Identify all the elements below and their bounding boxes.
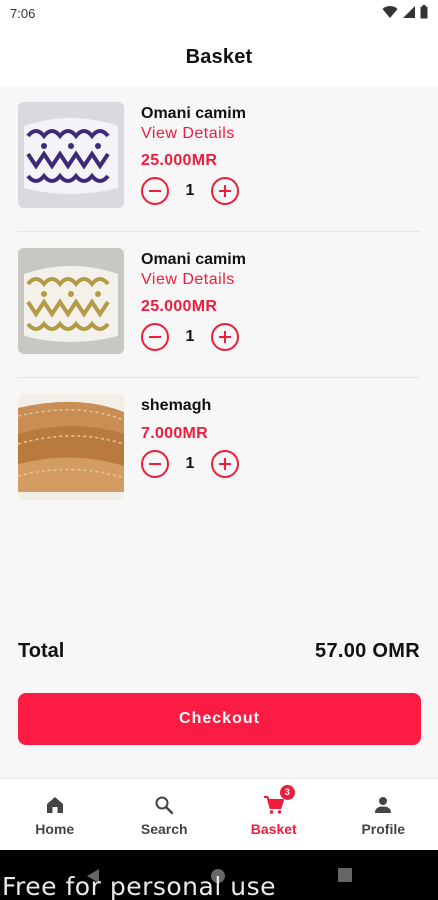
minus-icon [149,190,161,192]
item-price: 25.000MR [141,298,218,315]
total-value: 57.00 OMR [315,640,420,662]
decrease-quantity-button[interactable] [141,450,169,478]
status-bar: 7:06 [0,0,438,28]
increase-quantity-button[interactable] [211,177,239,205]
product-image-purple-cap[interactable] [18,102,124,208]
basket-list: Omani camim View Details 25.000MR 1 Oman… [0,86,438,524]
search-icon [155,796,174,814]
nav-label: Basket [250,820,297,837]
home-icon [46,796,63,813]
item-name: shemagh [141,397,212,414]
status-time: 7:06 [10,6,36,21]
decrease-quantity-button[interactable] [141,323,169,351]
product-image-gold-cap[interactable] [18,248,124,354]
plus-icon [219,185,231,197]
basket-item: Omani camim View Details 25.000MR 1 [18,232,420,378]
item-info: Omani camim View Details 25.000MR 1 [141,250,246,351]
nav-item-home[interactable]: Home [0,779,110,850]
page-title: Basket [185,45,253,68]
increase-quantity-button[interactable] [211,450,239,478]
item-name: Omani camim [141,105,246,122]
watermark-text: Free for personal use [2,872,276,900]
product-image-shemagh[interactable] [18,394,124,500]
checkout-button[interactable]: Checkout [18,693,421,745]
item-info: shemagh 7.000MR 1 [141,396,239,478]
item-price: 7.000MR [141,425,209,442]
nav-item-profile[interactable]: Profile [329,779,438,850]
nav-label: Search [140,820,188,837]
item-info: Omani camim View Details 25.000MR 1 [141,104,246,205]
minus-icon [149,336,161,338]
app-bar: Basket [0,28,438,86]
plus-icon [219,331,231,343]
quantity-stepper: 1 [141,323,246,351]
system-nav-bar: Free for personal use [0,850,438,900]
quantity-stepper: 1 [141,177,246,205]
minus-icon [149,463,161,465]
status-icons [382,5,428,19]
signal-icon [403,6,415,18]
nav-label: Profile [361,820,406,837]
cart-count-badge: 3 [279,784,295,800]
nav-item-search[interactable]: Search [110,779,220,850]
view-details-link[interactable]: View Details [141,124,246,143]
nav-item-basket[interactable]: 3 Basket [219,779,329,850]
view-details-link[interactable]: View Details [141,270,246,289]
quantity-value: 1 [185,455,195,472]
basket-item: Omani camim View Details 25.000MR 1 [18,86,420,232]
quantity-value: 1 [185,182,195,199]
quantity-value: 1 [185,328,195,345]
bottom-nav: Home Search 3 Basket Profile [0,778,438,850]
total-label: Total [18,640,65,662]
item-name: Omani camim [141,251,246,268]
wifi-icon [382,6,398,19]
item-price: 25.000MR [141,152,218,169]
quantity-stepper: 1 [141,450,239,478]
recent-apps-icon[interactable] [338,868,352,882]
increase-quantity-button[interactable] [211,323,239,351]
nav-label: Home [35,820,75,837]
battery-icon [420,5,428,19]
total-row: Total 57.00 OMR [18,640,420,663]
plus-icon [219,458,231,470]
basket-item: shemagh 7.000MR 1 [18,378,420,524]
person-icon [375,796,392,813]
decrease-quantity-button[interactable] [141,177,169,205]
